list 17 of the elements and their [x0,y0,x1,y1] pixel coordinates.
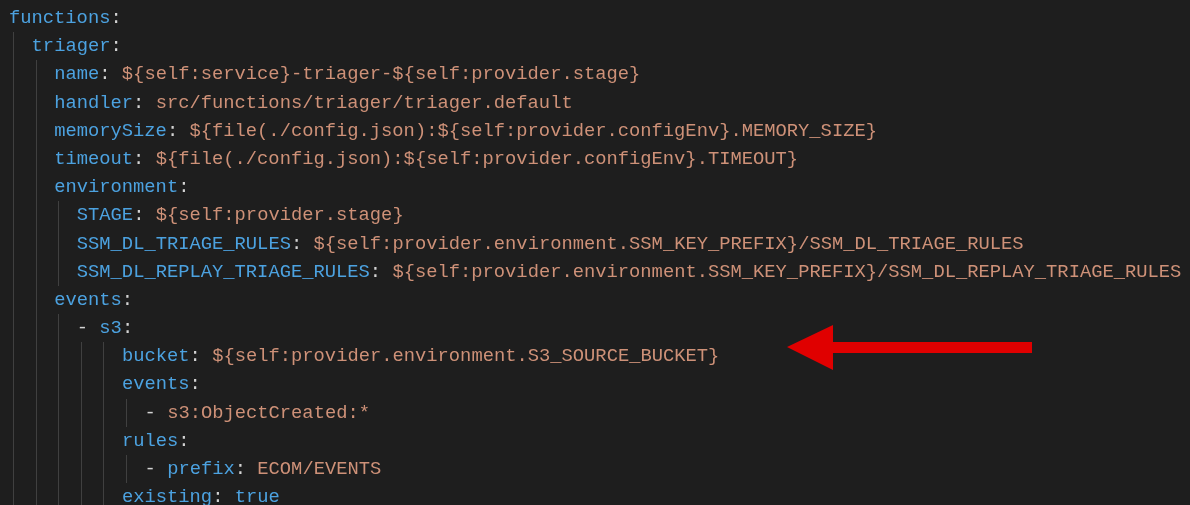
code-line: - s3:ObjectCreated:* [144,400,370,426]
code-line: - prefix: ECOM/EVENTS [144,457,382,482]
code-line: SSM_DL_REPLAY_TRIAGE_RULES: ${self:provider.environment.SSM_KEY_PREFIX}/SSM_DL_REPLAY_TRIAGE_RULES [76,259,1182,285]
code-line: SSM_DL_TRIAGE_RULES: ${self:provider.environment.SSM_KEY_PREFIX}/SSM_DL_TRIAGE_RULES [76,231,1024,257]
code-line: name: ${self:service}-triager-${self:provider.stage} [54,62,641,88]
code-line: events: [121,372,201,398]
code-line: environment: [54,175,190,201]
code-line: bucket: ${self:provider.environment.S3_SOURCE_BUCKET} [121,344,720,370]
code-line: rules: [121,428,190,454]
code-line: functions: [9,6,122,31]
code-line: - s3: [76,316,134,342]
code-line: timeout: ${file(./config.json):${self:provider.configEnv}.TIMEOUT} [54,146,799,172]
code-line: memorySize: ${file(./config.json):${self:provider.configEnv}.MEMORY_SIZE} [54,118,877,144]
code-line: handler: src/functions/triager/triager.default [54,90,573,116]
code-line: events: [54,287,134,313]
code-line: STAGE: ${self:provider.stage} [76,203,404,229]
code-line: triager: [31,34,122,60]
